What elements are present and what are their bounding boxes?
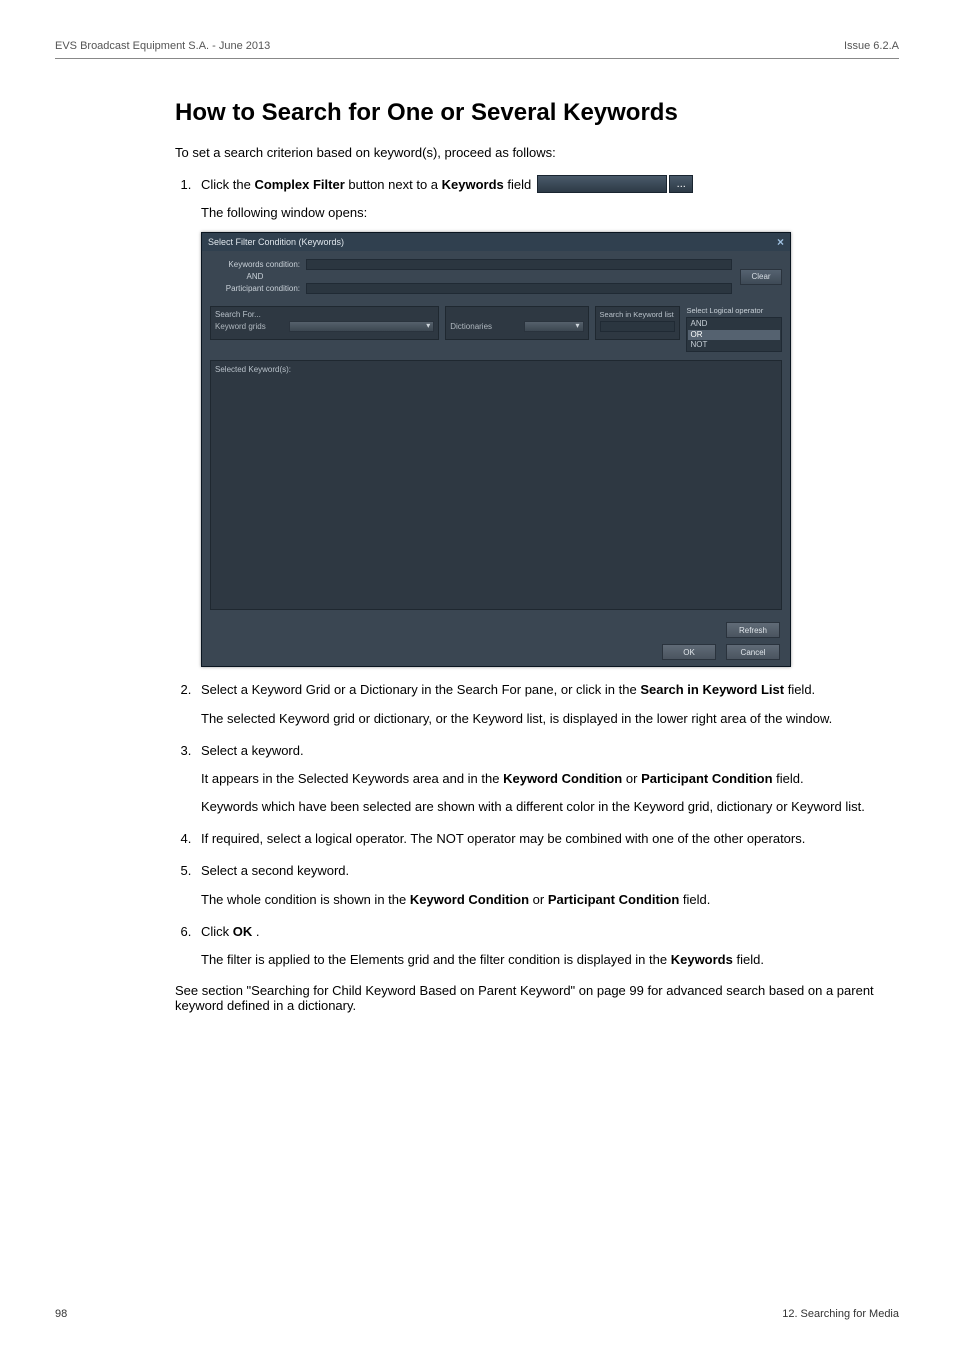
dialog-footer: Refresh OK Cancel <box>202 616 790 666</box>
step1-mid1: button next to a <box>348 177 441 192</box>
step1-post: field <box>507 177 531 192</box>
search-in-keyword-list-label: Search in Keyword list <box>600 310 676 319</box>
intro-text: To set a search criterion based on keywo… <box>175 145 889 160</box>
dialog-titlebar: Select Filter Condition (Keywords) × <box>202 233 790 251</box>
step6-p1a: Click <box>201 924 233 939</box>
footer-section: 12. Searching for Media <box>782 1308 899 1320</box>
ok-button[interactable]: OK <box>662 644 716 660</box>
logop-and[interactable]: AND <box>688 319 780 329</box>
dictionaries-pane: . Dictionaries <box>445 306 588 340</box>
steps-list: Click the Complex Filter button next to … <box>195 174 889 969</box>
step2-p1a: Select a Keyword Grid or a Dictionary in… <box>201 682 640 697</box>
step4-text: If required, select a logical operator. … <box>201 830 889 848</box>
step1-b1: Complex Filter <box>254 177 344 192</box>
step6-p2b: Keywords <box>671 952 733 967</box>
outro-text: See section "Searching for Child Keyword… <box>175 983 889 1013</box>
step3-p3: Keywords which have been selected are sh… <box>201 798 889 816</box>
step-4: If required, select a logical operator. … <box>195 830 889 848</box>
dictionaries-dropdown[interactable] <box>524 321 583 332</box>
search-for-header: Search For... <box>215 310 434 319</box>
step5-p1: Select a second keyword. <box>201 862 889 880</box>
page-title: How to Search for One or Several Keyword… <box>175 99 889 127</box>
dialog-body: Keywords condition: AND Participant cond… <box>202 251 790 666</box>
selected-keywords-pane: Selected Keyword(s): <box>210 360 782 610</box>
clear-button[interactable]: Clear <box>740 269 782 285</box>
content: How to Search for One or Several Keyword… <box>175 99 889 1013</box>
page-footer: 98 12. Searching for Media <box>55 1308 899 1320</box>
page-header: EVS Broadcast Equipment S.A. - June 2013… <box>55 40 899 59</box>
step3-p2b: Keyword Condition <box>503 771 622 786</box>
keyword-list-pane: Search in Keyword list <box>595 306 681 340</box>
selected-keywords-header: Selected Keyword(s): <box>215 365 777 374</box>
step5-p2d: Participant Condition <box>548 892 679 907</box>
search-for-pane: Search For... Keyword grids <box>210 306 439 340</box>
dictionaries-label: Dictionaries <box>450 322 520 331</box>
logical-operator-pane: Select Logical operator AND OR NOT <box>686 306 782 352</box>
step3-p2a: It appears in the Selected Keywords area… <box>201 771 503 786</box>
step6-p2c: field. <box>736 952 763 967</box>
keyword-grids-label: Keyword grids <box>215 322 285 331</box>
step5-p2e: field. <box>683 892 710 907</box>
keywords-condition-input[interactable] <box>306 259 732 270</box>
step5-p2c: or <box>533 892 548 907</box>
and-label: AND <box>210 272 300 281</box>
logop-or[interactable]: OR <box>688 330 780 340</box>
step3-p2d: Participant Condition <box>641 771 772 786</box>
logop-not[interactable]: NOT <box>688 340 780 350</box>
step-2: Select a Keyword Grid or a Dictionary in… <box>195 681 889 727</box>
search-in-keyword-list-input[interactable] <box>600 321 676 332</box>
logical-operator-header: Select Logical operator <box>686 306 782 315</box>
step1-b2: Keywords <box>442 177 504 192</box>
step5-p2a: The whole condition is shown in the <box>201 892 410 907</box>
step3-p2c: or <box>626 771 641 786</box>
step6-p2a: The filter is applied to the Elements gr… <box>201 952 671 967</box>
dialog-title-text: Select Filter Condition (Keywords) <box>208 237 344 247</box>
step-5: Select a second keyword. The whole condi… <box>195 862 889 908</box>
logical-operator-list[interactable]: AND OR NOT <box>686 317 782 352</box>
refresh-button[interactable]: Refresh <box>726 622 780 638</box>
step-6: Click OK . The filter is applied to the … <box>195 923 889 969</box>
page-number: 98 <box>55 1308 67 1320</box>
step-3: Select a keyword. It appears in the Sele… <box>195 742 889 817</box>
step1-pre: Click the <box>201 177 254 192</box>
step2-p2: The selected Keyword grid or dictionary,… <box>201 710 889 728</box>
header-left: EVS Broadcast Equipment S.A. - June 2013 <box>55 40 270 52</box>
step-1: Click the Complex Filter button next to … <box>195 174 889 667</box>
step3-p2e: field. <box>776 771 803 786</box>
filter-dialog: Select Filter Condition (Keywords) × Key… <box>201 232 791 667</box>
keyword-grids-dropdown[interactable] <box>289 321 434 332</box>
participant-condition-label: Participant condition: <box>210 284 300 293</box>
step2-p1c: field. <box>788 682 815 697</box>
step2-p1b: Search in Keyword List <box>640 682 784 697</box>
keywords-field-image: ... <box>537 174 693 194</box>
header-right: Issue 6.2.A <box>844 40 899 52</box>
close-icon[interactable]: × <box>777 236 784 248</box>
step1-line2: The following window opens: <box>201 204 889 222</box>
keywords-condition-label: Keywords condition: <box>210 260 300 269</box>
step6-p1c: . <box>256 924 260 939</box>
cancel-button[interactable]: Cancel <box>726 644 780 660</box>
participant-condition-input[interactable] <box>306 283 732 294</box>
step3-p1: Select a keyword. <box>201 742 889 760</box>
keywords-field-box <box>537 175 667 193</box>
step6-p1b: OK <box>233 924 253 939</box>
step5-p2b: Keyword Condition <box>410 892 529 907</box>
ellipsis-button: ... <box>669 175 693 193</box>
